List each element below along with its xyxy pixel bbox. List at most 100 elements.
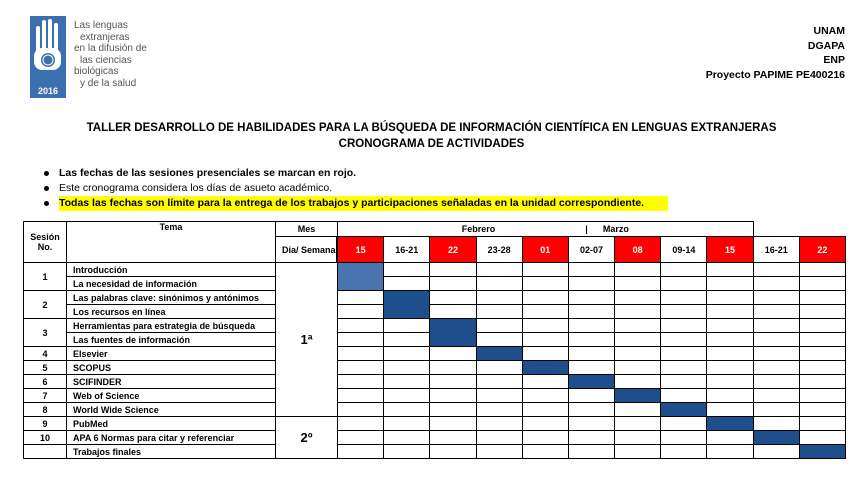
week-cell [614,430,662,445]
week-cell [798,332,846,347]
week-cell [752,388,800,403]
week-cell [521,290,569,305]
week-cell [383,388,431,403]
week-cell [475,276,523,291]
note-text: Este cronograma considera los días de as… [59,182,333,194]
week-cell [614,416,662,431]
week-cell [567,290,616,305]
logo-text-line: las ciencias [80,54,132,66]
gantt-bar [383,290,431,319]
week-cell [752,416,800,431]
week-header: 22 [798,236,846,263]
week-header: 01 [521,236,569,263]
gantt-bar [752,430,800,445]
week-cell [660,262,708,277]
week-cell [429,262,477,277]
gantt-bar [798,444,846,459]
session-number: 8 [23,402,67,417]
bullet-icon [44,186,49,191]
institution-block: UNAM DGAPA ENP Proyecto PAPIME PE400216 [706,24,845,82]
bullet-icon [44,201,49,206]
topic-cell: Herramientas para estrategia de búsqueda [66,318,276,333]
session-number: 7 [23,388,67,403]
header-dia-semana: Día/ Semana [275,236,337,263]
topic-cell: APA 6 Normas para citar y referenciar [66,430,276,445]
week-cell [614,262,662,277]
week-cell [383,416,431,431]
notes-list: Las fechas de las sesiones presenciales … [44,166,669,211]
week-cell [614,332,662,347]
week-cell [614,290,662,305]
week-cell [752,402,800,417]
week-header: 16-21 [752,236,800,263]
session-number: 9 [23,416,67,431]
week-cell [567,388,616,403]
week-cell [706,318,754,333]
week-cell [660,346,708,361]
topic-cell: World Wide Science [66,402,276,417]
week-cell [521,416,569,431]
week-cell [706,276,754,291]
logo-text-line: y de la salud [80,77,137,89]
week-cell [706,290,754,305]
bullet-icon [44,171,49,176]
subtitle: CRONOGRAMA DE ACTIVIDADES [338,138,525,150]
week-cell [383,444,431,459]
week-cell [706,262,754,277]
header-topic: Tema [66,221,276,263]
topic-cell: La necesidad de información [66,276,276,291]
session-number [23,444,67,459]
week-header: 23-28 [475,236,523,263]
week-cell [383,374,431,389]
week-cell [337,318,385,333]
week-cell [475,332,523,347]
week-cell [660,276,708,291]
week-cell [752,304,800,319]
week-cell [429,388,477,403]
week-cell [614,374,662,389]
week-cell [614,444,662,459]
week-cell [337,304,385,319]
week-header: 15 [337,236,385,263]
logo-text-line: extranjeras [80,31,130,43]
week-cell [706,360,754,375]
week-cell [752,262,800,277]
week-cell [475,430,523,445]
week-cell [475,304,523,319]
week-cell [614,304,662,319]
week-cell [706,444,754,459]
header-mes: Mes [275,221,338,237]
week-cell [521,388,569,403]
week-cell [752,346,800,361]
week-cell [798,318,846,333]
topic-cell: SCOPUS [66,360,276,375]
week-cell [798,346,846,361]
week-cell [567,360,616,375]
week-cell [660,430,708,445]
topic-cell: Elsevier [66,346,276,361]
week-cell [660,416,708,431]
week-cell [429,290,477,305]
week-cell [567,304,616,319]
week-header: 09-14 [660,236,708,263]
week-cell [337,430,385,445]
week-cell [383,360,431,375]
week-cell [521,276,569,291]
week-cell [798,360,846,375]
week-cell [337,444,385,459]
week-cell [521,430,569,445]
week-cell [337,346,385,361]
header-session: Sesión No. [23,221,67,263]
week-cell [567,276,616,291]
topic-cell: Los recursos en línea [66,304,276,319]
topic-cell: SCIFINDER [66,374,276,389]
session-number: 2 [23,290,67,319]
week-cell [337,402,385,417]
title: TALLER DESARROLLO DE HABILIDADES PARA LA… [86,122,777,134]
week-cell [383,318,431,333]
week-cell [475,290,523,305]
week-cell [752,444,800,459]
week-cell [706,346,754,361]
week-cell [337,416,385,431]
week-cell [567,346,616,361]
